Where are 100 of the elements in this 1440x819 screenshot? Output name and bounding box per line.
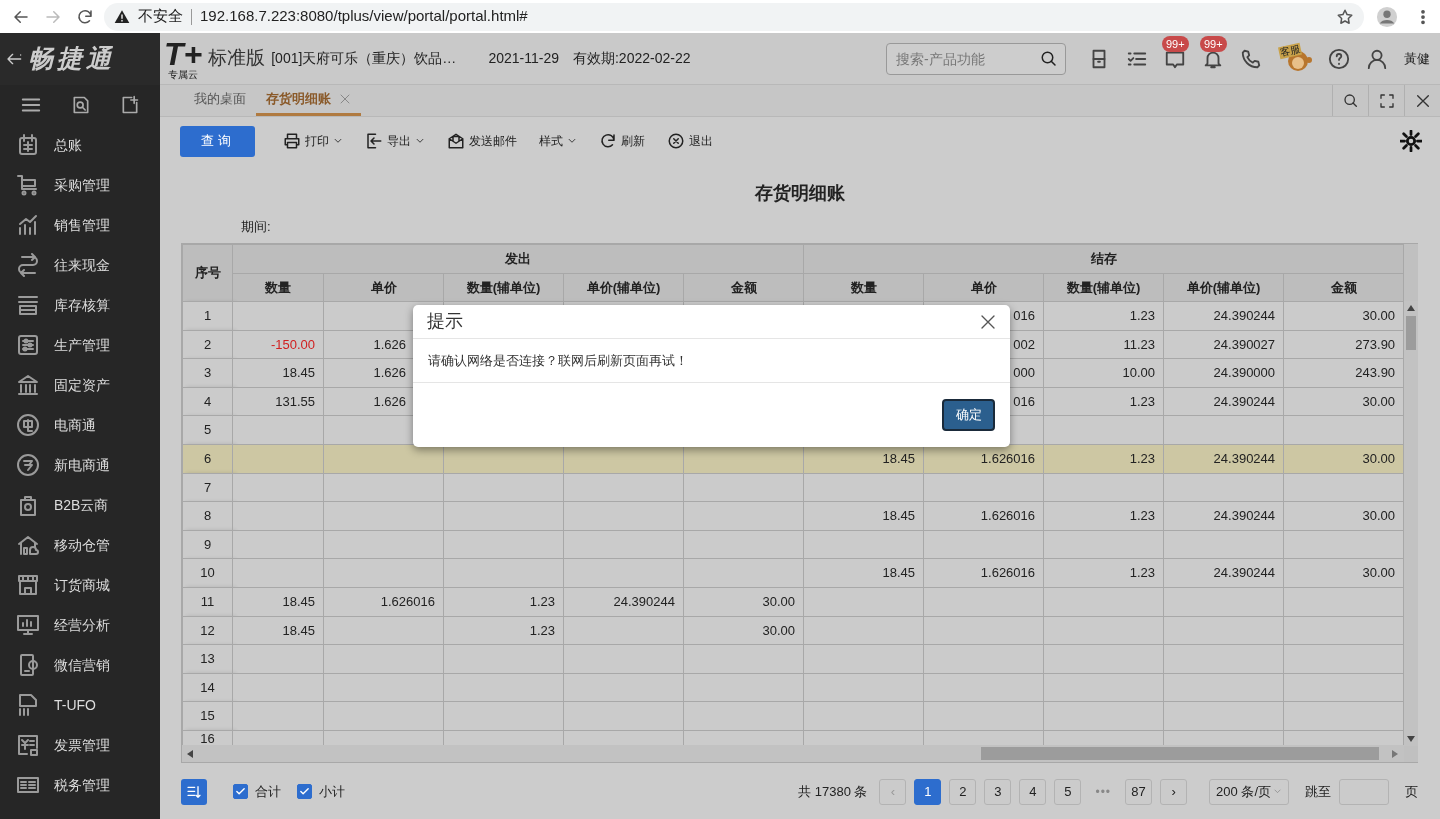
horizontal-scrollbar[interactable] bbox=[182, 745, 1404, 762]
table-cell: 1.626016 bbox=[923, 558, 1044, 588]
page-number-field[interactable] bbox=[1339, 778, 1389, 805]
validity-text: 有效期:2022-02-22 bbox=[572, 49, 691, 68]
fullscreen-icon[interactable] bbox=[1378, 92, 1395, 109]
printer-icon bbox=[283, 132, 301, 150]
mascot-icon[interactable]: 客服 bbox=[1278, 43, 1312, 74]
report-title: 存货明细账 bbox=[753, 182, 846, 205]
sidebar-item[interactable]: 电商通 bbox=[0, 405, 160, 445]
close-button[interactable] bbox=[980, 313, 996, 330]
sidebar-item[interactable]: 订货商城 bbox=[0, 565, 160, 605]
page-button[interactable]: 5 bbox=[1054, 778, 1082, 805]
sidebar-item[interactable]: 采购管理 bbox=[0, 165, 160, 205]
profile-icon[interactable] bbox=[1376, 5, 1398, 28]
table-cell: 18.45 bbox=[232, 616, 324, 645]
scroll-left-icon[interactable] bbox=[187, 750, 193, 758]
sidebar-item[interactable]: 税务管理 bbox=[0, 765, 160, 805]
sidebar-item[interactable]: 生产管理 bbox=[0, 325, 160, 365]
monitor-icon bbox=[16, 613, 40, 637]
scroll-down-icon[interactable] bbox=[1407, 736, 1415, 742]
query-button[interactable]: 查询 bbox=[180, 125, 255, 157]
row-number: 13 bbox=[182, 644, 233, 674]
toolbar-button[interactable]: 发送邮件 bbox=[439, 132, 525, 150]
sidebar-item[interactable]: 总账 bbox=[0, 125, 160, 165]
tab[interactable]: 我的桌面 bbox=[184, 85, 256, 116]
collapse-arrow-icon[interactable] bbox=[6, 51, 22, 67]
export-icon bbox=[365, 132, 383, 150]
table-cell: 1.23 bbox=[1043, 387, 1164, 416]
search-field[interactable]: 搜索-产品功能 bbox=[886, 42, 1066, 75]
toolbar-button[interactable]: 导出 bbox=[357, 132, 433, 150]
checkbox-label: 小计 bbox=[319, 782, 345, 801]
sidebar-item[interactable]: 发票管理 bbox=[0, 725, 160, 765]
row-number: 15 bbox=[182, 701, 233, 731]
row-number: 10 bbox=[182, 558, 233, 588]
user-icon[interactable] bbox=[1366, 47, 1388, 70]
table-cell: 1.23 bbox=[443, 616, 564, 645]
sidebar-item[interactable]: T-UFO bbox=[0, 685, 160, 725]
sidebar-item[interactable]: 销售管理 bbox=[0, 205, 160, 245]
search-icon[interactable] bbox=[1040, 49, 1058, 68]
help-icon[interactable] bbox=[1328, 47, 1350, 70]
toolbar-button[interactable]: 退出 bbox=[659, 132, 721, 150]
toolbar-button[interactable]: 样式 bbox=[531, 132, 585, 150]
table-cell: 24.390244 bbox=[563, 587, 684, 617]
sidebar-item[interactable]: 微信营销 bbox=[0, 645, 160, 685]
phone-icon[interactable] bbox=[1240, 47, 1262, 70]
search-document-icon[interactable] bbox=[71, 95, 91, 115]
column-group-header: 发出 bbox=[232, 244, 804, 273]
settings-icon[interactable] bbox=[1400, 130, 1422, 152]
column-header: 数量(辅单位) bbox=[1043, 273, 1164, 302]
jump-label: 跳至 bbox=[1305, 782, 1331, 801]
confirm-button[interactable]: 确定 bbox=[942, 399, 995, 431]
shelf-icon bbox=[16, 293, 40, 317]
column-header: 数量 bbox=[232, 273, 324, 302]
page-button[interactable]: 2 bbox=[949, 778, 977, 805]
page-button[interactable]: 3 bbox=[984, 778, 1012, 805]
sidebar-item[interactable]: 往来现金 bbox=[0, 245, 160, 285]
sidebar-item[interactable]: 固定资产 bbox=[0, 365, 160, 405]
count-badge: 99+ bbox=[1162, 35, 1189, 52]
page-button[interactable]: 1 bbox=[914, 778, 942, 805]
sidebar-item[interactable]: 新电商通 bbox=[0, 445, 160, 485]
table-cell: 1.626016 bbox=[923, 501, 1044, 531]
cart-icon bbox=[16, 173, 40, 197]
search-icon[interactable] bbox=[1342, 92, 1359, 109]
scrollbar-thumb[interactable] bbox=[981, 747, 1379, 760]
checkbox[interactable] bbox=[297, 784, 312, 799]
check-icon bbox=[235, 786, 246, 797]
page-button[interactable]: 87 bbox=[1125, 778, 1153, 805]
page-size-select[interactable]: 200 条/页 bbox=[1209, 778, 1289, 805]
table-cell: 30.00 bbox=[1283, 387, 1404, 416]
row-number: 12 bbox=[182, 616, 233, 645]
company-name[interactable]: [001]天府可乐（重庆）饮品… bbox=[271, 48, 457, 69]
star-icon[interactable] bbox=[1336, 7, 1354, 26]
table-cell: 24.390244 bbox=[1163, 387, 1284, 416]
column-header: 金额 bbox=[683, 273, 804, 302]
page-button[interactable]: 4 bbox=[1019, 778, 1047, 805]
scrollbar-thumb[interactable] bbox=[1406, 316, 1416, 350]
next-page-button[interactable]: › bbox=[1160, 778, 1188, 805]
sidebar-item[interactable]: 移动仓管 bbox=[0, 525, 160, 565]
circle-icon bbox=[16, 413, 40, 437]
url-text[interactable]: 192.168.7.223:8080/tplus/view/portal/portal.html# bbox=[200, 5, 528, 28]
scroll-right-icon[interactable] bbox=[1392, 750, 1398, 758]
table-cell: 30.00 bbox=[683, 587, 804, 617]
close-icon[interactable] bbox=[1414, 92, 1431, 109]
reload-icon[interactable] bbox=[76, 7, 94, 26]
scroll-up-icon[interactable] bbox=[1407, 305, 1415, 311]
sidebar-item[interactable]: 库存核算 bbox=[0, 285, 160, 325]
table-cell: 1.23 bbox=[1043, 558, 1164, 588]
count-badge: 99+ bbox=[1200, 35, 1227, 52]
user-name[interactable]: 黃健 bbox=[1404, 48, 1430, 69]
sort-button[interactable] bbox=[181, 778, 207, 805]
checkbox[interactable] bbox=[233, 784, 248, 799]
period-label: 期间: bbox=[241, 219, 271, 234]
toolbar-button[interactable]: 打印 bbox=[275, 132, 351, 150]
row-number: 9 bbox=[182, 530, 233, 559]
column-header: 单价 bbox=[923, 273, 1044, 302]
table-cell: 18.45 bbox=[232, 358, 324, 388]
sidebar-item[interactable]: 经营分析 bbox=[0, 605, 160, 645]
toolbar-button[interactable]: 刷新 bbox=[591, 132, 653, 150]
sidebar-item[interactable]: B2B云商 bbox=[0, 485, 160, 525]
row-number: 2 bbox=[182, 330, 233, 359]
